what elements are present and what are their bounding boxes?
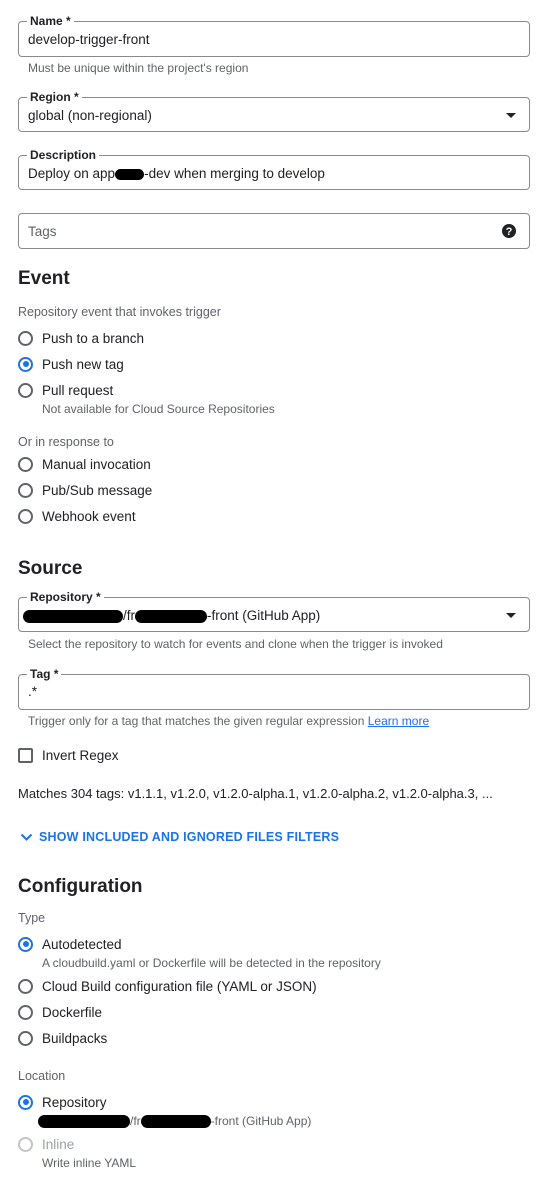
redaction-mark: [38, 1115, 130, 1129]
radio-label: Pull request: [42, 382, 114, 398]
description-prefix: Deploy on app: [28, 166, 116, 181]
name-label: Name *: [27, 14, 74, 28]
radio-button[interactable]: [18, 330, 33, 346]
radio-label: Buildpacks: [42, 1030, 108, 1046]
radio-label: Pub/Sub message: [42, 482, 153, 498]
autodetected-note: A cloudbuild.yaml or Dockerfile will be …: [42, 956, 381, 970]
description-label: Description: [27, 148, 100, 162]
configuration-heading: Configuration: [18, 876, 143, 897]
radio-label: Inline: [42, 1136, 75, 1152]
radio-button[interactable]: [18, 508, 33, 524]
radio-button-disabled: [18, 1136, 33, 1152]
repository-value-suffix: -front (GitHub App): [207, 608, 321, 623]
radio-autodetected[interactable]: Autodetected: [18, 934, 122, 954]
tag-help: Trigger only for a tag that matches the …: [28, 714, 429, 728]
radio-label: Webhook event: [42, 508, 136, 524]
radio-button[interactable]: [18, 1004, 33, 1020]
event-subtitle: Repository event that invokes trigger: [18, 305, 221, 319]
tags-field[interactable]: Tags ?: [18, 213, 530, 249]
radio-button[interactable]: [18, 1030, 33, 1046]
repository-select[interactable]: Repository * /fr -front (GitHub App): [18, 590, 530, 632]
chevron-down-icon: [506, 113, 516, 118]
checkbox[interactable]: [18, 748, 33, 763]
radio-button-selected[interactable]: [18, 936, 33, 952]
name-value: develop-trigger-front: [28, 32, 150, 47]
region-label: Region *: [27, 90, 82, 104]
repository-label: Repository *: [27, 590, 104, 604]
repository-value-mid: /fr: [123, 608, 135, 623]
radio-label: Repository: [42, 1094, 107, 1110]
repository-location-note: /fr -front (GitHub App): [38, 1114, 312, 1129]
files-filters-label: SHOW INCLUDED AND IGNORED FILES FILTERS: [39, 830, 340, 844]
radio-label: Push new tag: [42, 356, 124, 372]
tag-label: Tag *: [27, 667, 62, 681]
radio-label: Dockerfile: [42, 1004, 103, 1020]
chevron-down-icon: [506, 613, 516, 618]
source-heading: Source: [18, 558, 83, 579]
radio-label: Autodetected: [42, 936, 122, 952]
tag-field[interactable]: Tag * .*: [18, 667, 530, 710]
radio-button[interactable]: [18, 456, 33, 472]
repository-value: /fr -front (GitHub App): [23, 608, 320, 623]
inline-note: Write inline YAML: [42, 1156, 137, 1170]
learn-more-link[interactable]: Learn more: [368, 714, 429, 728]
event-heading: Event: [18, 268, 70, 289]
radio-label: Manual invocation: [42, 456, 151, 472]
redaction-mark: [135, 609, 207, 623]
repository-help: Select the repository to watch for event…: [28, 637, 443, 651]
description-value: Deploy on app -dev when merging to develo…: [28, 166, 325, 181]
location-note-mid: /fr: [130, 1114, 141, 1128]
question-circle-icon[interactable]: ?: [501, 223, 517, 239]
radio-button[interactable]: [18, 382, 33, 398]
tag-value: .*: [28, 684, 38, 699]
radio-dockerfile[interactable]: Dockerfile: [18, 1002, 102, 1022]
radio-button[interactable]: [18, 978, 33, 994]
redaction-mark: [23, 609, 123, 623]
response-subtitle: Or in response to: [18, 435, 114, 449]
pull-request-note: Not available for Cloud Source Repositor…: [42, 402, 275, 416]
tags-placeholder: Tags: [28, 224, 57, 239]
description-field[interactable]: Description Deploy on app -dev when mergi…: [18, 148, 530, 190]
radio-label: Cloud Build configuration file (YAML or …: [42, 978, 317, 994]
type-label: Type: [18, 911, 46, 925]
files-filters-toggle[interactable]: SHOW INCLUDED AND IGNORED FILES FILTERS: [20, 830, 339, 844]
tag-help-text: Trigger only for a tag that matches the …: [28, 714, 365, 728]
radio-button[interactable]: [18, 482, 33, 498]
location-note-suffix: -front (GitHub App): [210, 1114, 312, 1128]
radio-button-selected[interactable]: [18, 1094, 33, 1110]
radio-push-branch[interactable]: Push to a branch: [18, 328, 144, 348]
svg-text:?: ?: [506, 226, 513, 238]
redaction-mark: [115, 168, 145, 180]
radio-label: Push to a branch: [42, 330, 145, 346]
region-select[interactable]: Region * global (non-regional): [18, 90, 530, 132]
radio-pull-request[interactable]: Pull request: [18, 380, 113, 400]
radio-button-selected[interactable]: [18, 356, 33, 372]
region-value: global (non-regional): [28, 108, 152, 123]
radio-cloudbuild-file[interactable]: Cloud Build configuration file (YAML or …: [18, 976, 317, 996]
invert-regex-checkbox[interactable]: Invert Regex: [18, 748, 119, 763]
radio-buildpacks[interactable]: Buildpacks: [18, 1028, 107, 1048]
name-field[interactable]: Name * develop-trigger-front: [18, 14, 530, 57]
radio-manual-invocation[interactable]: Manual invocation: [18, 454, 151, 474]
radio-pubsub[interactable]: Pub/Sub message: [18, 480, 152, 500]
invert-regex-label: Invert Regex: [42, 748, 119, 763]
radio-location-inline: Inline: [18, 1134, 74, 1154]
matches-text: Matches 304 tags: v1.1.1, v1.2.0, v1.2.0…: [18, 786, 493, 801]
radio-webhook[interactable]: Webhook event: [18, 506, 136, 526]
chevron-down-icon: [20, 833, 33, 841]
redaction-mark: [140, 1115, 211, 1129]
radio-location-repository[interactable]: Repository: [18, 1092, 107, 1112]
name-help: Must be unique within the project's regi…: [28, 61, 249, 75]
description-suffix: -dev when merging to develop: [144, 166, 325, 181]
location-label: Location: [18, 1069, 66, 1083]
radio-push-tag[interactable]: Push new tag: [18, 354, 124, 374]
